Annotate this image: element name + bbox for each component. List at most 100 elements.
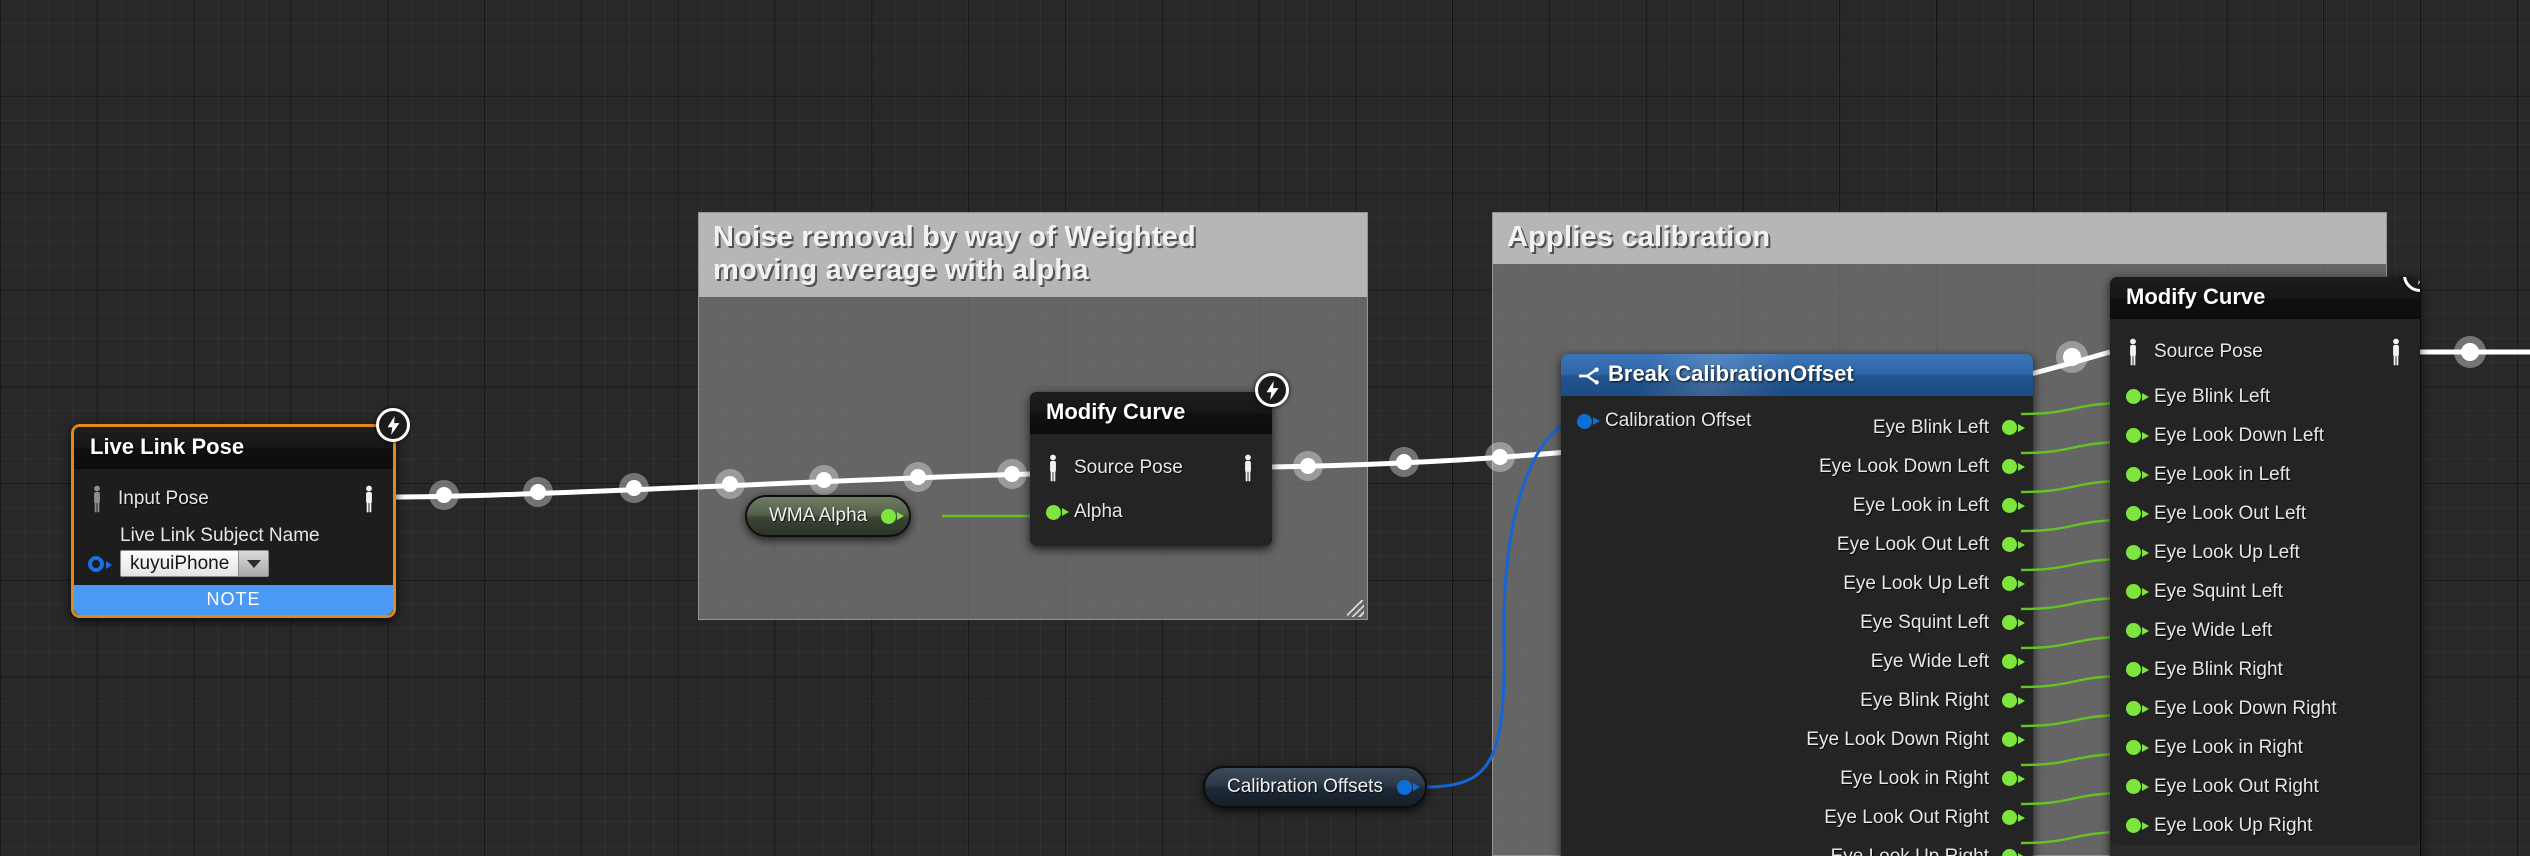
lightning-bolt-icon [376,408,410,442]
modify-curve-input-pin[interactable] [2126,818,2149,833]
pin-input-pose-label: Input Pose [118,488,209,509]
node-calibration-offsets[interactable]: Calibration Offsets [1203,766,1427,808]
modify-curve-input-pin[interactable] [2126,662,2149,677]
break-output-pin[interactable] [2002,420,2025,435]
node-modify-curve-left-body: Source Pose Alpha [1030,434,1272,546]
modify-curve-input-pin-row[interactable]: Eye Look Down Left [2110,416,2420,455]
break-output-pin[interactable] [2002,459,2025,474]
modify-curve-input-pin-label: Eye Blink Left [2154,385,2271,407]
break-output-pin-row[interactable]: Eye Look Up Right [1561,837,2033,856]
modify-curve-input-pin-row[interactable]: Eye Look in Right [2110,728,2420,767]
pin-alpha-label: Alpha [1074,501,1123,522]
break-output-pin-label: Eye Look in Right [1840,767,1989,789]
modify-curve-input-pin[interactable] [2126,701,2149,716]
node-modify-curve-right-title-text: Modify Curve [2126,284,2266,309]
modify-curve-input-pin[interactable] [2126,467,2149,482]
blueprint-graph-canvas[interactable]: Noise removal by way of Weighted moving … [0,0,2530,856]
break-output-pin[interactable] [2002,498,2025,513]
break-output-pin[interactable] [2002,810,2025,825]
break-output-pin-row[interactable]: Eye Blink Right [1561,681,2033,720]
break-output-pin[interactable] [2002,537,2025,552]
node-break-calibration-offset-body: Calibration Offset Eye Blink Left Eye Loo… [1561,396,2033,856]
node-modify-curve-left-title: Modify Curve [1030,392,1272,434]
modify-curve-input-pin-label: Eye Look Down Left [2154,424,2325,446]
break-output-pin-row[interactable]: Eye Look Down Left [1561,447,2033,486]
node-break-calibration-offset-title: Break CalibrationOffset [1561,354,2033,396]
pose-output-pin-icon[interactable] [1241,454,1256,482]
wma-alpha-output-pin[interactable] [881,508,905,524]
break-output-pin-row[interactable]: Eye Look Out Left [1561,525,2033,564]
modify-curve-input-pin[interactable] [2126,545,2149,560]
break-output-pin-row[interactable]: Eye Look in Left [1561,486,2033,525]
comment-noise-removal-title: Noise removal by way of Weighted moving … [699,213,1367,297]
node-modify-curve-right-title: Modify Curve [2110,277,2420,319]
break-output-pin-row[interactable]: Eye Blink Left [1561,408,2033,447]
modify-curve-input-pin-row[interactable]: Eye Blink Left [2110,377,2420,416]
node-modify-curve-right[interactable]: Modify Curve Source Pose Eye Blink Left E… [2110,277,2420,856]
node-live-link-pose[interactable]: Live Link Pose Input Pose Live Link Subj… [71,408,410,618]
break-output-pin[interactable] [2002,849,2025,856]
modify-curve-input-pin[interactable] [2126,428,2149,443]
modify-curve-input-pin[interactable] [2126,740,2149,755]
break-output-pin[interactable] [2002,771,2025,786]
chevron-down-icon[interactable] [238,551,269,576]
node-modify-curve-left-title-text: Modify Curve [1046,399,1186,424]
modify-curve-input-pin[interactable] [2126,506,2149,521]
break-output-pin-label: Eye Wide Left [1870,650,1989,672]
break-output-pin-label: Eye Look Out Left [1836,533,1989,555]
break-output-pin[interactable] [2002,576,2025,591]
pin-input-pose[interactable]: Input Pose [74,473,393,525]
break-output-pin-label: Eye Look Out Right [1824,806,1989,828]
pose-output-pin-icon[interactable] [2389,338,2404,366]
pose-pin-icon[interactable] [1046,454,1061,482]
node-live-link-pose-body: Input Pose Live Link Subject Name kuyuiP… [74,469,393,615]
pin-alpha[interactable]: Alpha [1030,492,1272,532]
calibration-offsets-output-pin[interactable] [1396,779,1420,795]
comment-resize-grip[interactable] [1347,600,1364,617]
pose-pin-icon[interactable] [2126,338,2141,366]
break-output-pin[interactable] [2002,693,2025,708]
subject-name-pin[interactable] [88,556,112,572]
break-output-pin-label: Eye Squint Left [1860,611,1989,633]
break-output-pin-row[interactable]: Eye Look in Right [1561,759,2033,798]
pose-pin-icon[interactable] [90,485,105,513]
modify-curve-input-pin-row[interactable]: Eye Look in Left [2110,455,2420,494]
break-output-pin-row[interactable]: Eye Look Out Right [1561,798,2033,837]
modify-curve-input-pin[interactable] [2126,584,2149,599]
modify-curve-input-pin-row[interactable]: Eye Look Down Right [2110,689,2420,728]
modify-curve-input-pin-row[interactable]: Eye Blink Right [2110,650,2420,689]
modify-curve-input-pin-row[interactable]: Eye Look Out Left [2110,494,2420,533]
modify-curve-input-pin-row[interactable]: Eye Look Up Right [2110,806,2420,845]
modify-curve-input-pin-label: Eye Look Up Right [2154,814,2313,836]
modify-curve-input-pin-row[interactable]: Eye Wide Left [2110,611,2420,650]
modify-curve-input-pin[interactable] [2126,623,2149,638]
modify-curve-input-pin[interactable] [2126,779,2149,794]
break-output-pin-label: Eye Look Up Right [1830,845,1989,856]
node-modify-curve-left[interactable]: Modify Curve Source Pose Alpha [1030,373,1289,546]
pose-output-pin-icon[interactable] [362,485,377,513]
break-output-pin[interactable] [2002,615,2025,630]
alpha-input-pin[interactable] [1046,504,1069,520]
break-output-pin-label: Eye Look in Left [1852,494,1989,516]
modify-curve-input-pin[interactable] [2126,389,2149,404]
pin-source-pose[interactable]: Source Pose [2110,327,2420,377]
node-wma-alpha[interactable]: WMA Alpha [745,495,912,537]
pin-source-pose-label: Source Pose [2154,341,2263,362]
modify-curve-input-pin-label: Eye Look Out Right [2154,775,2319,797]
note-footer-bar[interactable]: NOTE [74,585,393,615]
break-output-pin-row[interactable]: Eye Look Down Right [1561,720,2033,759]
pin-source-pose[interactable]: Source Pose [1030,444,1272,492]
subject-name-dropdown[interactable]: kuyuiPhone [120,550,270,577]
node-break-calibration-offset[interactable]: Break CalibrationOffset Calibration Offs… [1561,354,2033,856]
modify-curve-input-pin-row[interactable]: Eye Squint Left [2110,572,2420,611]
break-output-pin[interactable] [2002,654,2025,669]
break-output-pin-row[interactable]: Eye Squint Left [1561,603,2033,642]
modify-curve-input-pin-row[interactable]: Eye Look Up Left [2110,533,2420,572]
modify-curve-input-pin-label: Eye Look in Right [2154,736,2303,758]
break-output-pin-row[interactable]: Eye Wide Left [1561,642,2033,681]
break-output-pin-label: Eye Blink Right [1860,689,1989,711]
modify-curve-input-pin-row[interactable]: Eye Look Out Right [2110,767,2420,806]
break-output-pin-row[interactable]: Eye Look Up Left [1561,564,2033,603]
break-output-pin[interactable] [2002,732,2025,747]
modify-curve-input-pin-label: Eye Blink Right [2154,658,2283,680]
